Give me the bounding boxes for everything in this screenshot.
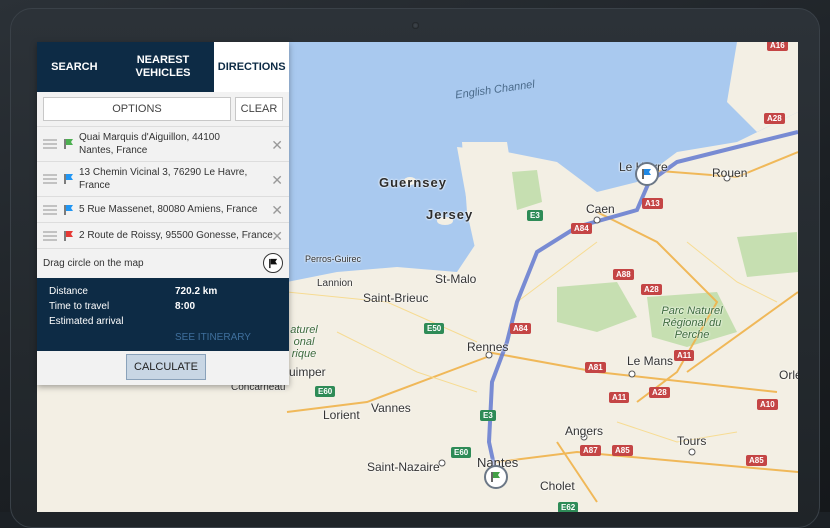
flag-icon bbox=[64, 174, 73, 184]
map-label: Orlé bbox=[779, 368, 798, 382]
road-badge: A84 bbox=[571, 223, 592, 234]
flag-icon bbox=[64, 230, 73, 241]
calculate-button[interactable]: CALCULATE bbox=[126, 354, 206, 380]
flag-icon bbox=[64, 204, 73, 215]
directions-panel: SEARCH NEAREST VEHICLES DIRECTIONS OPTIO… bbox=[37, 42, 290, 385]
map-label: Tours bbox=[677, 434, 707, 448]
stop-address: Quai Marquis d'Aiguillon, 44100 Nantes, … bbox=[79, 132, 220, 156]
road-badge: A85 bbox=[746, 455, 767, 466]
map-label: Lannion bbox=[317, 278, 353, 289]
remove-stop-icon[interactable]: ✕ bbox=[271, 172, 283, 189]
camera-icon bbox=[412, 22, 419, 29]
map-label: Caen bbox=[586, 202, 615, 216]
road-badge: A28 bbox=[641, 284, 662, 295]
map-label: Rouen bbox=[712, 166, 748, 180]
remove-stop-icon[interactable]: ✕ bbox=[271, 202, 283, 219]
see-itinerary-link[interactable]: SEE ITINERARY bbox=[175, 332, 251, 343]
remove-stop-icon[interactable]: ✕ bbox=[271, 137, 283, 154]
time-value: 8:00 bbox=[175, 301, 196, 312]
map-label: Rennes bbox=[467, 340, 509, 354]
map-label: Saint-Brieuc bbox=[363, 291, 429, 305]
clear-button[interactable]: CLEAR bbox=[235, 97, 283, 121]
distance-label: Distance bbox=[49, 286, 88, 297]
start-marker[interactable] bbox=[484, 465, 508, 489]
road-badge: A88 bbox=[613, 269, 634, 280]
route-stop[interactable]: 13 Chemin Vicinal 3, 76290 Le Havre, Fra… bbox=[37, 161, 289, 196]
road-badge: A16 bbox=[767, 42, 788, 51]
road-badge: A84 bbox=[510, 323, 531, 334]
route-stop[interactable]: 2 Route de Roissy, 95500 Gonesse, France… bbox=[37, 222, 289, 248]
road-badge: A13 bbox=[642, 198, 663, 209]
drag-handle-icon[interactable] bbox=[43, 172, 57, 186]
road-badge: E50 bbox=[424, 323, 445, 334]
drag-handle-icon[interactable] bbox=[43, 137, 57, 151]
road-badge: E60 bbox=[315, 386, 336, 397]
map-label: Saint-Nazaire bbox=[367, 460, 440, 474]
tab-bar: SEARCH NEAREST VEHICLES DIRECTIONS bbox=[37, 42, 290, 92]
road-badge: A28 bbox=[649, 387, 670, 398]
map-label: Lorient bbox=[323, 408, 360, 422]
road-badge: A11 bbox=[674, 350, 695, 361]
flag-icon bbox=[64, 139, 73, 149]
map-label: Angers bbox=[565, 424, 604, 438]
map-label: Guernsey bbox=[379, 175, 447, 190]
tab-nearest-vehicles[interactable]: NEAREST VEHICLES bbox=[112, 42, 215, 92]
options-button[interactable]: OPTIONS bbox=[43, 97, 231, 121]
stop-address: 5 Rue Massenet, 80080 Amiens, France bbox=[79, 204, 258, 215]
road-badge: E62 bbox=[558, 502, 579, 512]
flag-icon bbox=[491, 472, 500, 482]
stop-address: 2 Route de Roissy, 95500 Gonesse, France bbox=[79, 230, 273, 241]
tab-directions[interactable]: DIRECTIONS bbox=[214, 42, 290, 92]
road-badge: A85 bbox=[612, 445, 633, 456]
route-summary: Distance 720.2 km Time to travel 8:00 Esti… bbox=[37, 278, 289, 351]
drag-handle-icon[interactable] bbox=[43, 229, 57, 243]
tab-search[interactable]: SEARCH bbox=[37, 42, 112, 92]
time-label: Time to travel bbox=[49, 301, 110, 312]
options-row: OPTIONS CLEAR bbox=[37, 92, 289, 126]
map-label: Cholet bbox=[540, 479, 575, 493]
map-label: uimper bbox=[289, 365, 326, 379]
road-badge: A81 bbox=[585, 362, 606, 373]
road-badge: A87 bbox=[580, 445, 601, 456]
map-hint: Drag circle on the map bbox=[37, 248, 289, 278]
waypoint-marker[interactable] bbox=[635, 162, 659, 186]
map-label: Vannes bbox=[371, 401, 411, 415]
road-badge: A10 bbox=[757, 399, 778, 410]
map-label: aturel onal rique bbox=[290, 324, 318, 360]
map-label: Le Mans bbox=[627, 354, 674, 368]
map-label: Perros-Guirec bbox=[305, 254, 362, 264]
flag-icon bbox=[642, 169, 651, 179]
map-label: St-Malo bbox=[435, 272, 477, 286]
add-flag-button[interactable] bbox=[263, 253, 283, 273]
road-badge: A28 bbox=[764, 113, 785, 124]
route-stop[interactable]: 5 Rue Massenet, 80080 Amiens, France ✕ bbox=[37, 196, 289, 222]
hint-text: Drag circle on the map bbox=[43, 258, 144, 269]
arrival-label: Estimated arrival bbox=[49, 316, 124, 327]
road-badge: E3 bbox=[527, 210, 543, 221]
distance-value: 720.2 km bbox=[175, 286, 218, 297]
device-frame: English Channel Guernsey Jersey Le Havre… bbox=[0, 0, 830, 528]
road-badge: E60 bbox=[451, 447, 472, 458]
road-badge: A11 bbox=[609, 392, 630, 403]
flag-icon bbox=[268, 258, 277, 268]
drag-handle-icon[interactable] bbox=[43, 203, 57, 217]
stop-address: 13 Chemin Vicinal 3, 76290 Le Havre, Fra… bbox=[79, 167, 248, 191]
route-stop[interactable]: Quai Marquis d'Aiguillon, 44100 Nantes, … bbox=[37, 126, 289, 161]
map-label: Parc Naturel Régional du Perche bbox=[661, 305, 723, 341]
map-label: Jersey bbox=[426, 207, 474, 222]
remove-stop-icon[interactable]: ✕ bbox=[271, 228, 283, 245]
road-badge: E3 bbox=[480, 410, 496, 421]
